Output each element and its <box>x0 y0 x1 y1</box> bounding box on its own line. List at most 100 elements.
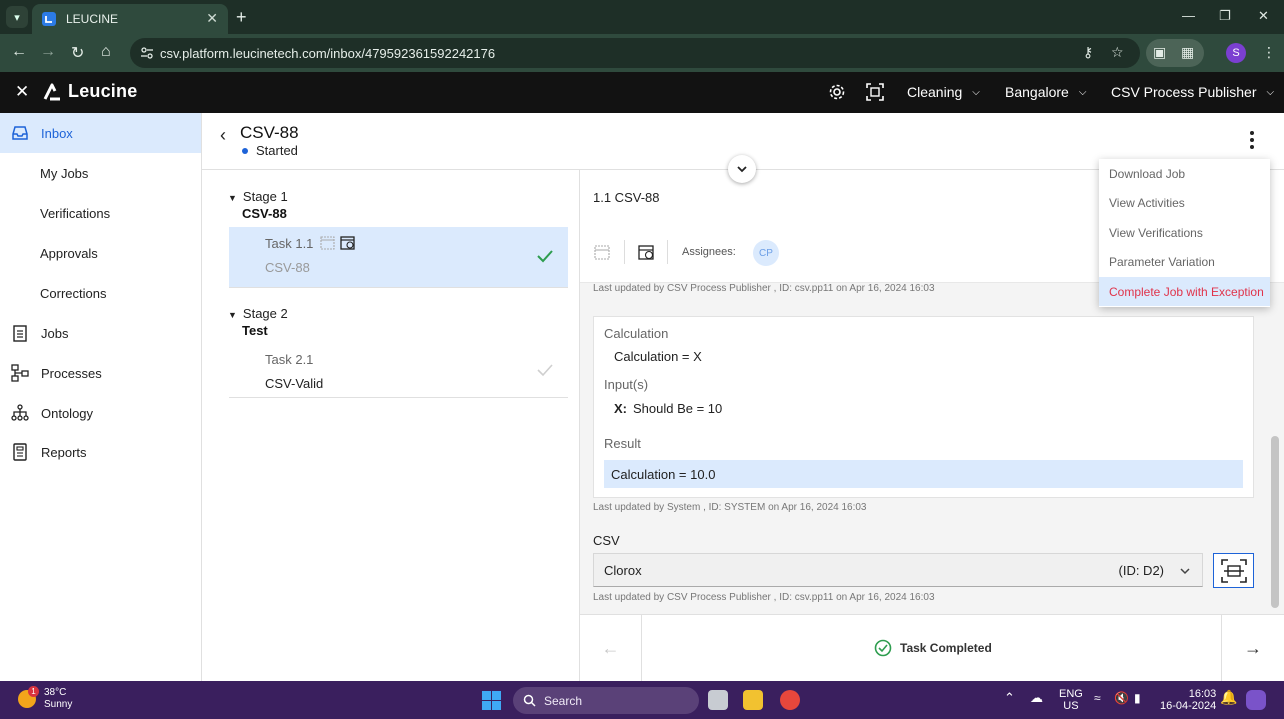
maximize-icon[interactable]: ❐ <box>1219 8 1231 24</box>
leucine-favicon-icon <box>42 12 56 26</box>
onedrive-cloud-icon[interactable]: ☁ <box>1030 691 1043 704</box>
new-tab-icon[interactable]: + <box>236 7 247 28</box>
divider <box>229 397 568 398</box>
facility-dropdown[interactable]: Cleaning ⌵ <box>907 84 980 100</box>
menu-item-parameter-variation[interactable]: Parameter Variation <box>1099 247 1270 276</box>
job-title: CSV-88 <box>240 123 299 142</box>
copilot-icon[interactable] <box>1246 690 1266 710</box>
home-icon[interactable]: ⌂ <box>101 43 111 61</box>
menu-item-view-verifications[interactable]: View Verifications <box>1099 218 1270 247</box>
task-view-icon[interactable] <box>708 690 728 710</box>
close-icon[interactable]: ✕ <box>15 82 29 102</box>
browser-tab[interactable]: LEUCINE ✕ <box>32 4 228 34</box>
search-icon <box>523 694 536 707</box>
weather-widget[interactable]: 1 38°C Sunny <box>18 686 72 711</box>
url-text: csv.platform.leucinetech.com/inbox/47959… <box>160 45 496 61</box>
sidebar-item-jobs[interactable]: Jobs <box>0 313 201 353</box>
minimize-icon[interactable]: — <box>1182 8 1195 23</box>
calculation-expression: Calculation = X <box>614 349 702 364</box>
tab-close-icon[interactable]: ✕ <box>206 10 218 27</box>
scrollbar[interactable] <box>1271 436 1279 608</box>
task-row-1-1[interactable]: Task 1.1 CSV-88 <box>229 227 568 287</box>
task-name: CSV-Valid <box>265 376 324 391</box>
os-taskbar: 1 38°C Sunny Search ⌃ ☁ ENG US ≈ 🔇 ▮ 16:… <box>0 681 1284 719</box>
clock[interactable]: 16:03 16-04-2024 <box>1160 688 1216 712</box>
volume-mute-icon[interactable]: 🔇 <box>1114 692 1129 704</box>
bookmark-star-icon[interactable]: ☆ <box>1111 44 1124 61</box>
schedule-calendar-icon[interactable] <box>594 244 611 261</box>
menu-item-view-activities[interactable]: View Activities <box>1099 188 1270 217</box>
wifi-icon[interactable]: ≈ <box>1094 692 1101 704</box>
location-dropdown[interactable]: Bangalore ⌵ <box>1005 84 1086 100</box>
assignees-label: Assignees: <box>682 246 736 258</box>
sidebar-item-label: Ontology <box>41 406 94 421</box>
profile-avatar[interactable]: S <box>1226 43 1246 63</box>
scan-qr-button[interactable] <box>1213 553 1254 588</box>
sidebar-item-ontology[interactable]: Ontology <box>0 393 201 433</box>
windows-start-icon[interactable] <box>482 691 501 710</box>
reload-icon[interactable]: ↻ <box>71 43 84 63</box>
sidebar-item-inbox[interactable]: Inbox <box>0 113 201 153</box>
sidebar-item-my-jobs[interactable]: My Jobs <box>0 153 201 193</box>
extensions-pill: ▣ ▦ <box>1146 39 1204 67</box>
sidebar-item-reports[interactable]: Reports <box>0 432 201 472</box>
file-explorer-icon[interactable] <box>743 690 763 710</box>
menu-item-download-job[interactable]: Download Job <box>1099 159 1270 188</box>
more-options-icon[interactable] <box>1244 131 1260 151</box>
sidebar-item-verifications[interactable]: Verifications <box>0 193 201 233</box>
password-key-icon[interactable]: ⚷ <box>1083 44 1093 61</box>
url-field[interactable]: csv.platform.leucinetech.com/inbox/47959… <box>130 38 1140 68</box>
tray-chevron-up-icon[interactable]: ⌃ <box>1004 691 1015 704</box>
browser-menu-icon[interactable]: ⋮ <box>1262 44 1276 61</box>
language-indicator[interactable]: ENG US <box>1059 688 1083 712</box>
flow-icon <box>11 364 29 382</box>
task-completed-label: Task Completed <box>900 641 992 655</box>
calculation-label: Calculation <box>604 326 669 341</box>
temperature: 38°C <box>44 687 67 698</box>
battery-icon[interactable]: ▮ <box>1134 692 1141 704</box>
sidebar-item-corrections[interactable]: Corrections <box>0 273 201 313</box>
sidebar-item-approvals[interactable]: Approvals <box>0 233 201 273</box>
forward-arrow-icon[interactable]: → <box>40 43 56 61</box>
back-arrow-icon[interactable]: ← <box>11 43 27 61</box>
job-actions-menu: Download Job View Activities View Verifi… <box>1099 159 1270 307</box>
settings-gear-icon[interactable] <box>828 83 846 101</box>
collapse-header-button[interactable] <box>728 155 756 183</box>
site-settings-icon[interactable] <box>140 46 154 60</box>
result-label: Result <box>604 436 641 451</box>
stage-2-header[interactable]: ▼ Stage 2 <box>228 306 288 321</box>
chevron-down-icon: ⌵ <box>972 86 980 98</box>
tab-search-icon[interactable]: ▾ <box>6 6 28 28</box>
caret-down-icon: ▼ <box>228 310 237 320</box>
calendar-clock-icon[interactable] <box>638 244 655 261</box>
task-name: CSV-88 <box>265 260 310 275</box>
stage-label: Stage 1 <box>242 189 288 204</box>
input-value: Should Be = 10 <box>633 401 723 416</box>
stage-1-header[interactable]: ▼ Stage 1 <box>228 189 288 204</box>
taskbar-search[interactable]: Search <box>513 687 699 714</box>
location-label: Bangalore <box>1005 84 1069 100</box>
extensions-icon[interactable]: ▦ <box>1181 44 1194 61</box>
chrome-icon[interactable] <box>780 690 800 710</box>
task-label: Task 2.1 <box>265 352 314 367</box>
checkmark-icon <box>537 364 553 377</box>
back-chevron-icon[interactable]: ‹ <box>220 125 226 146</box>
clock-time: 16:03 <box>1188 688 1217 700</box>
clock-date: 16-04-2024 <box>1160 700 1217 712</box>
schedule-calendar-icon <box>320 236 335 250</box>
previous-task-arrow-icon[interactable]: ← <box>580 615 642 682</box>
sidebar-item-label: Jobs <box>41 326 69 341</box>
lang-bottom: US <box>1063 700 1079 712</box>
camera-icon[interactable]: ▣ <box>1153 44 1166 61</box>
window-close-icon[interactable]: ✕ <box>1258 8 1269 24</box>
scan-icon[interactable] <box>866 83 884 101</box>
stage-name: Test <box>242 323 268 338</box>
menu-item-complete-with-exception[interactable]: Complete Job with Exception <box>1099 277 1270 306</box>
sidebar-item-processes[interactable]: Processes <box>0 353 201 393</box>
task-row-2-1[interactable]: Task 2.1 CSV-Valid <box>229 343 568 403</box>
notification-bell-icon[interactable]: 🔔 <box>1220 690 1237 704</box>
assignee-avatar[interactable]: CP <box>753 240 779 266</box>
role-dropdown[interactable]: CSV Process Publisher ⌵ <box>1111 84 1274 100</box>
next-task-arrow-icon[interactable]: → <box>1221 615 1284 682</box>
csv-select[interactable]: Clorox (ID: D2) <box>593 553 1203 587</box>
